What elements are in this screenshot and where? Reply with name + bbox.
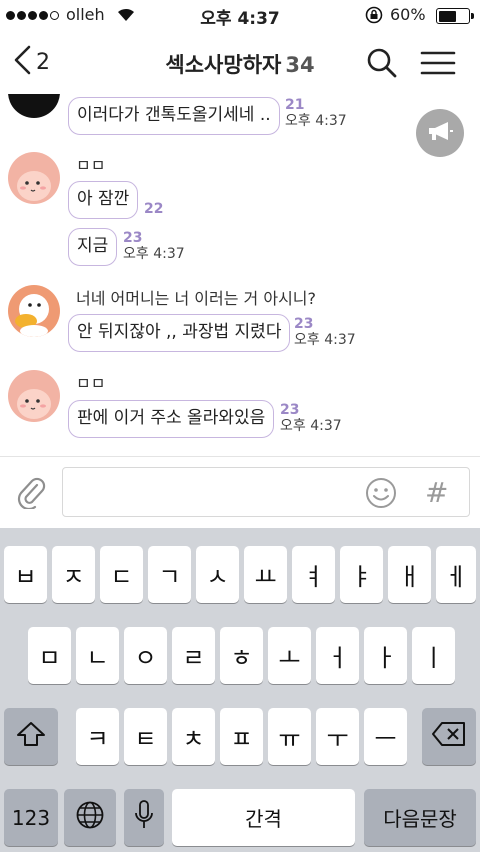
message-bubble[interactable]: 이러다가 갠톡도올기세네 .. bbox=[68, 97, 280, 135]
globe-key[interactable] bbox=[64, 789, 116, 846]
key[interactable]: ㅎ bbox=[220, 627, 263, 684]
sender-name: ㅁㅁ bbox=[76, 374, 106, 393]
chat-header: 2 섹소사망하자 34 bbox=[0, 32, 480, 94]
key[interactable]: ㄹ bbox=[172, 627, 215, 684]
notice-button[interactable] bbox=[416, 109, 464, 157]
key[interactable]: ㅐ bbox=[388, 546, 431, 603]
sender-name: ㅁㅁ bbox=[76, 156, 106, 175]
message-meta: 23 오후 4:37 bbox=[294, 316, 356, 348]
message-list[interactable]: 이러다가 갠톡도올기세네 .. 21 오후 4:37 ㅁㅁ 아 잠깐 22 지금… bbox=[0, 94, 480, 456]
key[interactable]: ㅍ bbox=[220, 708, 263, 765]
paperclip-icon[interactable] bbox=[16, 475, 46, 513]
key[interactable]: ㅋ bbox=[76, 708, 119, 765]
key[interactable]: ㅠ bbox=[268, 708, 311, 765]
message-meta: 23 오후 4:37 bbox=[280, 402, 342, 434]
avatar[interactable] bbox=[8, 94, 60, 118]
key[interactable]: ㅌ bbox=[124, 708, 167, 765]
shift-icon bbox=[16, 721, 46, 753]
message-bubble[interactable]: 지금 bbox=[68, 228, 118, 266]
numbers-key[interactable]: 123 bbox=[4, 789, 58, 846]
key[interactable]: ㅏ bbox=[364, 627, 407, 684]
globe-icon bbox=[75, 800, 105, 836]
member-count: 34 bbox=[285, 53, 315, 77]
space-key[interactable]: 간격 bbox=[172, 789, 355, 846]
unread-count: 23 bbox=[123, 230, 143, 246]
avatar[interactable] bbox=[8, 370, 60, 422]
backspace-icon bbox=[431, 721, 467, 753]
key[interactable]: ㅗ bbox=[268, 627, 311, 684]
unread-count: 23 bbox=[294, 316, 314, 332]
key[interactable]: ㄷ bbox=[100, 546, 143, 603]
key[interactable]: ㅓ bbox=[316, 627, 359, 684]
key[interactable]: ㅁ bbox=[28, 627, 71, 684]
key[interactable]: ㅛ bbox=[244, 546, 287, 603]
message-meta: 22 bbox=[144, 201, 163, 217]
shift-key[interactable] bbox=[4, 708, 58, 765]
key[interactable]: ㅑ bbox=[340, 546, 383, 603]
message-time: 오후 4:37 bbox=[280, 418, 342, 434]
unread-count: 21 bbox=[285, 97, 305, 113]
backspace-key[interactable] bbox=[422, 708, 476, 765]
key[interactable]: ㅜ bbox=[316, 708, 359, 765]
room-title: 섹소사망하자 bbox=[165, 53, 282, 77]
avatar[interactable] bbox=[8, 152, 60, 204]
key[interactable]: ㄱ bbox=[148, 546, 191, 603]
key[interactable]: ㅔ bbox=[436, 546, 476, 603]
search-icon[interactable] bbox=[366, 47, 398, 83]
message-time: 오후 4:37 bbox=[285, 113, 347, 129]
key[interactable]: ㄴ bbox=[76, 627, 119, 684]
key[interactable]: ㅅ bbox=[196, 546, 239, 603]
key[interactable]: ㅣ bbox=[412, 627, 455, 684]
megaphone-icon bbox=[426, 119, 454, 147]
key[interactable]: ㅡ bbox=[364, 708, 407, 765]
key[interactable]: ㅂ bbox=[4, 546, 47, 603]
battery-percent: 60% bbox=[390, 5, 426, 24]
unread-count: 23 bbox=[280, 402, 300, 418]
message-meta: 21 오후 4:37 bbox=[285, 97, 347, 129]
menu-icon[interactable] bbox=[420, 50, 456, 80]
key[interactable]: ㅊ bbox=[172, 708, 215, 765]
battery-icon bbox=[436, 8, 474, 24]
avatar[interactable] bbox=[8, 285, 60, 337]
key[interactable]: ㅇ bbox=[124, 627, 167, 684]
message-bubble[interactable]: 안 뒤지잖아 ,, 과장법 지렸다 bbox=[68, 314, 291, 352]
microphone-icon bbox=[133, 799, 155, 837]
message-time: 오후 4:37 bbox=[123, 246, 185, 262]
unread-count: 22 bbox=[144, 201, 164, 217]
korean-keyboard: ㅂ ㅈ ㄷ ㄱ ㅅ ㅛ ㅕ ㅑ ㅐ ㅔ ㅁ ㄴ ㅇ ㄹ ㅎ ㅗ ㅓ ㅏ ㅣ ㅋ … bbox=[0, 528, 480, 852]
key[interactable]: ㅈ bbox=[52, 546, 95, 603]
status-bar: olleh 오후 4:37 60% bbox=[0, 0, 480, 32]
hashtag-icon[interactable]: # bbox=[425, 476, 448, 509]
message-bubble[interactable]: 아 잠깐 bbox=[68, 181, 139, 219]
message-bubble[interactable]: 판에 이거 주소 올라와있음 bbox=[68, 400, 275, 438]
message-time: 오후 4:37 bbox=[294, 332, 356, 348]
sender-name: 너네 어머니는 너 이러는 거 아시니? bbox=[76, 289, 317, 308]
page-title: 섹소사망하자 34 bbox=[0, 49, 480, 79]
message-input[interactable]: # bbox=[62, 467, 470, 517]
emoji-icon[interactable] bbox=[365, 477, 397, 513]
microphone-key[interactable] bbox=[124, 789, 164, 846]
key[interactable]: ㅕ bbox=[292, 546, 335, 603]
rotation-lock-icon bbox=[365, 6, 383, 28]
message-input-bar: # bbox=[0, 456, 480, 528]
return-key[interactable]: 다음문장 bbox=[364, 789, 476, 846]
message-meta: 23 오후 4:37 bbox=[123, 230, 185, 262]
